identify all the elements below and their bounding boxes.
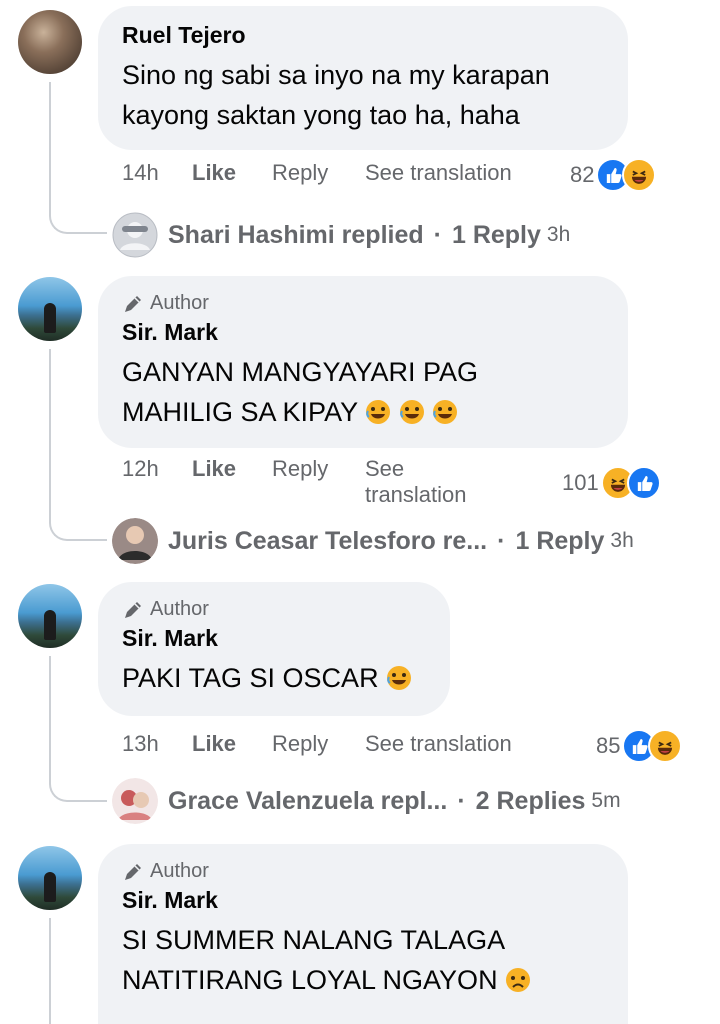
see-translation-link[interactable]: See translation — [365, 160, 512, 186]
comment-text-line: Sino ng sabi sa inyo na my karapan — [122, 60, 550, 90]
avatar[interactable] — [18, 277, 82, 341]
pen-icon — [125, 601, 141, 618]
reaction-summary[interactable]: 82 — [570, 158, 657, 192]
rofl-emoji — [399, 400, 424, 424]
haha-icon — [648, 729, 683, 763]
reaction-count: 85 — [596, 733, 621, 758]
comment-author-name[interactable]: Sir. Mark — [122, 887, 604, 914]
replies-time: 3h — [610, 529, 634, 552]
like-button[interactable]: Like — [192, 160, 272, 186]
reply-avatar — [112, 518, 158, 564]
comment-timestamp[interactable]: 12h — [122, 456, 192, 482]
replies-name: Juris Ceasar Telesforo re... — [168, 526, 488, 555]
replies-summary[interactable]: Shari Hashimi replied · 1 Reply 3h — [112, 212, 570, 258]
author-badge-label: Author — [150, 292, 209, 314]
comment-bubble: Author Sir. Mark GANYAN MANGYAYARI PAG M… — [98, 276, 628, 448]
reply-avatar — [112, 778, 158, 824]
comment-bubble: Author Sir. Mark PAKI TAG SI OSCAR — [98, 582, 450, 716]
pen-icon — [125, 295, 141, 312]
haha-icon — [622, 158, 657, 192]
replies-count: 2 Replies — [475, 786, 586, 815]
author-badge-label: Author — [150, 598, 209, 620]
comment-author-name[interactable]: Ruel Tejero — [122, 22, 604, 49]
see-translation-line: See — [365, 456, 405, 481]
reaction-count: 82 — [570, 162, 595, 187]
comment-bubble: Ruel Tejero Sino ng sabi sa inyo na my k… — [98, 6, 628, 150]
replies-name: Grace Valenzuela repl... — [168, 786, 448, 815]
comment-timestamp[interactable]: 14h — [122, 160, 192, 186]
comment-text: SI SUMMER NALANG TALAGA NATITIRANG LOYAL… — [122, 920, 604, 1000]
comment-actions: 12h Like Reply See translation — [122, 456, 467, 508]
replies-separator: · — [497, 526, 506, 555]
reply-avatar — [112, 212, 158, 258]
like-button[interactable]: Like — [192, 731, 272, 757]
replies-separator: · — [457, 786, 466, 815]
avatar[interactable] — [18, 846, 82, 910]
comment-text-line: NATITIRANG LOYAL NGAYON — [122, 965, 498, 995]
see-translation-line: translation — [365, 482, 467, 507]
like-icon — [626, 466, 661, 500]
reaction-summary[interactable]: 85 — [596, 729, 683, 763]
comment-text-line-with-emoji: NATITIRANG LOYAL NGAYON — [122, 960, 604, 1000]
like-button[interactable]: Like — [192, 456, 272, 482]
comment-thread: Ruel Tejero Sino ng sabi sa inyo na my k… — [0, 0, 720, 1024]
replies-time: 3h — [546, 223, 571, 246]
replies-count: 1 Reply — [451, 220, 541, 249]
avatar[interactable] — [18, 584, 82, 648]
comment-timestamp[interactable]: 13h — [122, 731, 192, 757]
comment-text-line: kayong saktan yong tao ha, haha — [122, 100, 520, 130]
reply-button[interactable]: Reply — [272, 456, 365, 482]
replies-summary[interactable]: Juris Ceasar Telesforo re... · 1 Reply 3… — [112, 518, 634, 564]
comment-text-line-with-emoji: MAHILIG SA KIPAY — [122, 392, 604, 432]
comment-actions: 13h Like Reply See translation — [122, 731, 512, 757]
author-badge: Author — [122, 860, 604, 883]
reaction-count: 101 — [562, 470, 599, 495]
comment-text-line: MAHILIG SA KIPAY — [122, 397, 358, 427]
comment-text-line: PAKI TAG SI OSCAR — [122, 663, 379, 693]
rofl-emoji — [366, 400, 391, 424]
pen-icon — [125, 863, 141, 880]
reply-button[interactable]: Reply — [272, 160, 365, 186]
reply-button[interactable]: Reply — [272, 731, 365, 757]
comment-author-name[interactable]: Sir. Mark — [122, 319, 604, 346]
comment-bubble: Author Sir. Mark SI SUMMER NALANG TALAGA… — [98, 844, 628, 1024]
replies-time: 5m — [591, 789, 621, 812]
replies-summary[interactable]: Grace Valenzuela repl... · 2 Replies 5m — [112, 778, 621, 824]
comment-text-line: SI SUMMER NALANG TALAGA — [122, 925, 506, 955]
comment-author-name[interactable]: Sir. Mark — [122, 625, 426, 652]
comment-text-line: GANYAN MANGYAYARI PAG — [122, 357, 479, 387]
replies-separator: · — [433, 220, 442, 249]
replies-name: Shari Hashimi replied — [168, 220, 424, 249]
rofl-emoji — [387, 666, 412, 690]
author-badge: Author — [122, 292, 604, 315]
avatar[interactable] — [18, 10, 82, 74]
comment-text: GANYAN MANGYAYARI PAG MAHILIG SA KIPAY — [122, 352, 604, 432]
rofl-emoji — [433, 400, 458, 424]
see-translation-link[interactable]: See translation — [365, 731, 512, 757]
sad-emoji — [506, 968, 531, 992]
thread-connector-line — [49, 918, 51, 1024]
author-badge-label: Author — [150, 860, 209, 882]
comment-text: Sino ng sabi sa inyo na my karapan kayon… — [122, 55, 604, 135]
author-badge: Author — [122, 598, 426, 621]
see-translation-link[interactable]: See translation — [365, 456, 467, 508]
comment-actions: 14h Like Reply See translation — [122, 160, 512, 186]
reaction-summary[interactable]: 101 — [562, 466, 661, 500]
comment-text: PAKI TAG SI OSCAR — [122, 658, 426, 698]
replies-count: 1 Reply — [515, 526, 605, 555]
